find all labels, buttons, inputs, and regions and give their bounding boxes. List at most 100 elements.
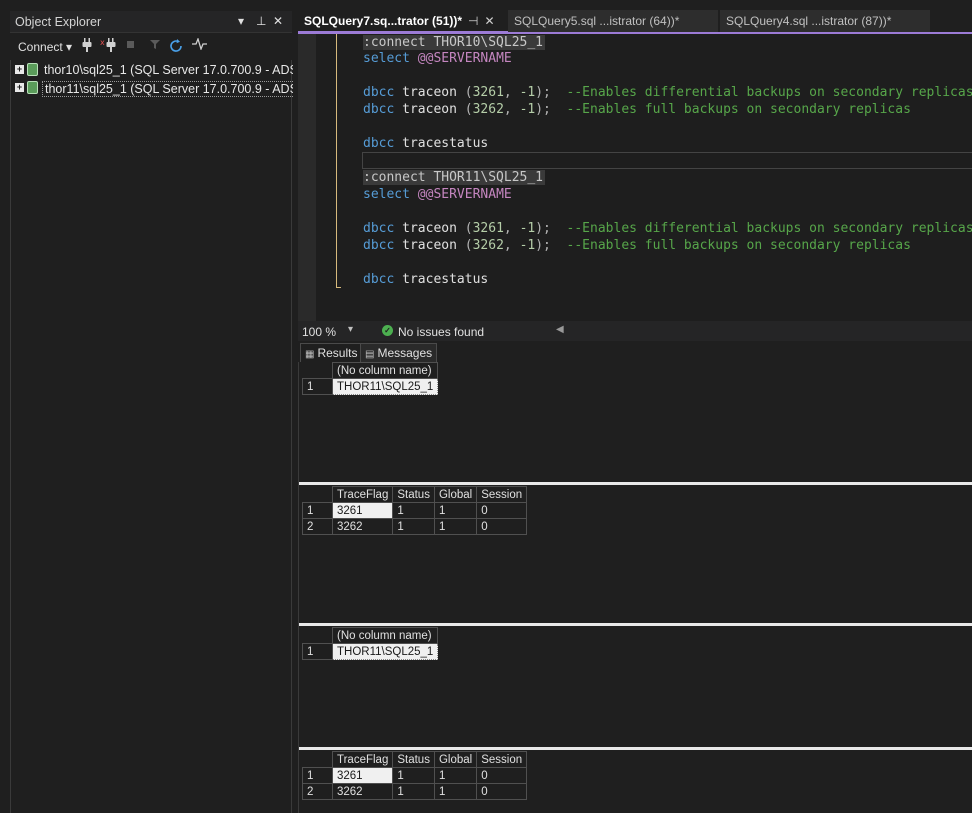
table-row[interactable]: 1 THOR11\SQL25_1 — [302, 643, 439, 660]
column-header[interactable]: (No column name) — [331, 362, 439, 379]
server-icon — [27, 63, 38, 76]
table-row[interactable]: 2 3262 1 1 0 — [302, 518, 528, 535]
code-line-traceon-3261-2[interactable]: dbcc traceon (3261, -1); --Enables diffe… — [363, 220, 972, 237]
activity-monitor-icon[interactable] — [192, 37, 208, 53]
tab-label[interactable]: SQLQuery5.sql ...istrator (64))* — [514, 14, 679, 28]
code-line-tracestatus-2[interactable]: dbcc tracestatus — [363, 271, 488, 288]
grid-cell[interactable]: 1 — [392, 783, 435, 800]
code-line-select-2[interactable]: select @@SERVERNAME — [363, 186, 512, 203]
grid-cell[interactable]: 1 — [433, 502, 478, 519]
tab-sqlquery7[interactable]: SQLQuery7.sq...trator (51))* ⊣ ✕ — [298, 10, 508, 33]
table-row[interactable]: 1 3261 1 1 0 — [302, 502, 528, 519]
grid-cell[interactable]: 3262 — [331, 518, 394, 535]
row-number[interactable]: 2 — [302, 518, 333, 535]
server-node-label[interactable]: thor11\sql25_1 (SQL Server 17.0.700.9 - … — [42, 81, 293, 97]
pin-icon[interactable]: ⊥ — [256, 14, 266, 28]
tab-sqlquery5[interactable]: SQLQuery5.sql ...istrator (64))* — [508, 10, 718, 33]
row-number[interactable]: 1 — [302, 502, 333, 519]
grid-cell[interactable]: 1 — [392, 518, 435, 535]
code-line-tracestatus-1[interactable]: dbcc tracestatus — [363, 135, 488, 152]
grid-header-row: (No column name) — [302, 362, 439, 379]
refresh-icon[interactable] — [168, 38, 184, 57]
grid-cell[interactable]: 3262 — [331, 783, 394, 800]
column-header[interactable]: Global — [433, 751, 478, 768]
server-node-label[interactable]: thor10\sql25_1 (SQL Server 17.0.700.9 - … — [42, 63, 293, 77]
tab-label[interactable]: SQLQuery7.sq...trator (51))* — [304, 14, 462, 28]
grid-cell[interactable]: 3261 — [331, 767, 394, 784]
row-number[interactable]: 1 — [302, 643, 333, 660]
code-line-traceon-3262-1[interactable]: dbcc traceon (3262, -1); --Enables full … — [363, 101, 911, 118]
editor-margin — [298, 34, 316, 321]
column-header[interactable]: Status — [392, 751, 435, 768]
code-line-traceon-3262-2[interactable]: dbcc traceon (3262, -1); --Enables full … — [363, 237, 911, 254]
table-row[interactable]: 1 3261 1 1 0 — [302, 767, 528, 784]
grid-splitter[interactable] — [299, 623, 972, 626]
grid-cell[interactable]: 1 — [392, 502, 435, 519]
grid-corner[interactable] — [302, 627, 333, 644]
grid-cell[interactable]: 0 — [476, 518, 528, 535]
grid-splitter[interactable] — [299, 747, 972, 750]
connect-plug-icon[interactable] — [82, 38, 92, 55]
document-tabs: SQLQuery7.sq...trator (51))* ⊣ ✕ SQLQuery5… — [298, 10, 972, 33]
grid-splitter[interactable] — [299, 482, 972, 485]
code-line-traceon-3261-1[interactable]: dbcc traceon (3261, -1); --Enables diffe… — [363, 84, 972, 101]
grid-cell[interactable]: 0 — [476, 502, 528, 519]
tab-sqlquery4[interactable]: SQLQuery4.sql ...istrator (87))* — [720, 10, 930, 33]
code-line-connect-1[interactable]: :connect THOR10\SQL25_1 — [363, 34, 546, 51]
pin-tab-icon[interactable]: ⊣ — [468, 14, 478, 28]
code-line-select-1[interactable]: select @@SERVERNAME — [363, 50, 512, 67]
column-header[interactable]: TraceFlag — [331, 486, 394, 503]
grid-cell[interactable]: 0 — [476, 767, 528, 784]
zoom-dropdown-icon[interactable]: ▾ — [348, 324, 353, 335]
expand-icon[interactable]: + — [15, 65, 24, 74]
query-editor[interactable]: :connect THOR10\SQL25_1 select @@SERVERN… — [298, 34, 972, 321]
row-number[interactable]: 2 — [302, 783, 333, 800]
column-header[interactable]: Global — [433, 486, 478, 503]
current-line-highlight — [362, 152, 972, 169]
tab-results-label[interactable]: Results — [317, 346, 357, 360]
column-header[interactable]: Session — [476, 751, 528, 768]
close-tab-icon[interactable]: ✕ — [485, 14, 495, 28]
tab-messages[interactable]: ▤ Messages — [360, 343, 438, 362]
grid-cell[interactable]: THOR11\SQL25_1 — [331, 378, 439, 395]
grid-cell[interactable]: 3261 — [331, 502, 394, 519]
results-tabs: ▦ Results ▤ Messages — [298, 342, 972, 362]
connect-button[interactable]: Connect ▾ — [18, 40, 72, 54]
grid-cell[interactable]: 1 — [433, 518, 478, 535]
grid-cell[interactable]: 0 — [476, 783, 528, 800]
column-header[interactable]: TraceFlag — [331, 751, 394, 768]
expand-icon[interactable]: + — [15, 83, 24, 92]
server-node-thor11[interactable]: + thor11\sql25_1 (SQL Server 17.0.700.9 … — [13, 80, 293, 97]
server-node-thor10[interactable]: + thor10\sql25_1 (SQL Server 17.0.700.9 … — [13, 62, 293, 79]
row-number[interactable]: 1 — [302, 767, 333, 784]
table-row[interactable]: 1 THOR11\SQL25_1 — [302, 378, 439, 395]
zoom-level[interactable]: 100 % — [302, 325, 336, 339]
grid-corner[interactable] — [302, 751, 333, 768]
tab-results[interactable]: ▦ Results — [300, 343, 363, 362]
tab-label[interactable]: SQLQuery4.sql ...istrator (87))* — [726, 14, 891, 28]
grid-cell[interactable]: 1 — [433, 767, 478, 784]
grid-icon: ▦ — [305, 349, 315, 360]
table-row[interactable]: 2 3262 1 1 0 — [302, 783, 528, 800]
editor-status-bar: 100 % ▾ ✓ No issues found ◀ — [298, 321, 972, 341]
scroll-left-icon[interactable]: ◀ — [556, 324, 564, 335]
code-line-connect-2[interactable]: :connect THOR11\SQL25_1 — [363, 169, 546, 186]
grid-cell[interactable]: THOR11\SQL25_1 — [331, 643, 439, 660]
disconnect-plug-icon[interactable]: x — [100, 38, 116, 55]
close-icon[interactable]: ✕ — [273, 14, 283, 28]
grid-cell[interactable]: 1 — [392, 767, 435, 784]
tab-messages-label[interactable]: Messages — [377, 346, 432, 360]
panel-options-dropdown-icon[interactable]: ▾ — [238, 14, 244, 28]
column-header[interactable]: (No column name) — [331, 627, 439, 644]
column-header[interactable]: Status — [392, 486, 435, 503]
issues-status[interactable]: No issues found — [398, 325, 484, 339]
object-explorer-tree: + thor10\sql25_1 (SQL Server 17.0.700.9 … — [10, 60, 293, 813]
grid-cell[interactable]: 1 — [433, 783, 478, 800]
stop-icon[interactable] — [126, 38, 136, 53]
row-number[interactable]: 1 — [302, 378, 333, 395]
column-header[interactable]: Session — [476, 486, 528, 503]
messages-icon: ▤ — [365, 349, 375, 360]
filter-icon[interactable] — [149, 38, 161, 53]
grid-corner[interactable] — [302, 486, 333, 503]
grid-corner[interactable] — [302, 362, 333, 379]
